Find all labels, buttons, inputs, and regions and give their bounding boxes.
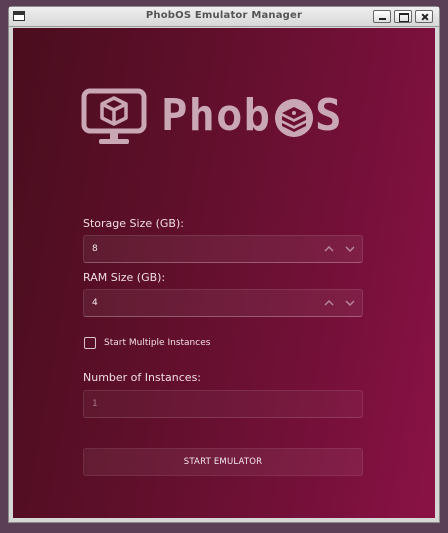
start-emulator-button[interactable]: START EMULATOR — [83, 448, 363, 476]
app-logo-text: Phob S — [161, 92, 342, 140]
logo-text-suffix: S — [314, 90, 343, 141]
storage-size-value[interactable]: 8 — [92, 244, 98, 254]
instances-count-value: 1 — [92, 399, 98, 409]
multiple-instances-label[interactable]: Start Multiple Instances — [104, 338, 210, 348]
storage-size-spinbox[interactable]: 8 — [83, 235, 363, 263]
monitor-cube-icon — [81, 88, 147, 144]
multiple-instances-checkbox[interactable] — [84, 337, 96, 349]
chevron-up-icon[interactable] — [322, 242, 336, 256]
maximize-button[interactable] — [394, 10, 412, 23]
chevron-down-icon[interactable] — [343, 296, 357, 310]
chevron-up-icon[interactable] — [322, 296, 336, 310]
chevron-down-icon[interactable] — [343, 242, 357, 256]
instances-count-label: Number of Instances: — [83, 371, 202, 384]
close-button[interactable] — [415, 10, 433, 23]
app-window: PhobOS Emulator Manager Phob S Storage S… — [8, 6, 440, 523]
main-panel: Phob S Storage Size (GB): 8 RAM Size (GB… — [13, 28, 435, 518]
storage-size-label: Storage Size (GB): — [83, 217, 184, 230]
ram-size-value[interactable]: 4 — [92, 298, 98, 308]
stacked-box-icon — [274, 99, 313, 137]
ram-size-label: RAM Size (GB): — [83, 271, 166, 284]
logo-text-prefix: Phob — [161, 90, 271, 141]
title-bar[interactable]: PhobOS Emulator Manager — [9, 7, 439, 27]
minimize-button[interactable] — [373, 10, 391, 23]
ram-size-spinbox[interactable]: 4 — [83, 289, 363, 317]
instances-count-field: 1 — [83, 390, 363, 418]
